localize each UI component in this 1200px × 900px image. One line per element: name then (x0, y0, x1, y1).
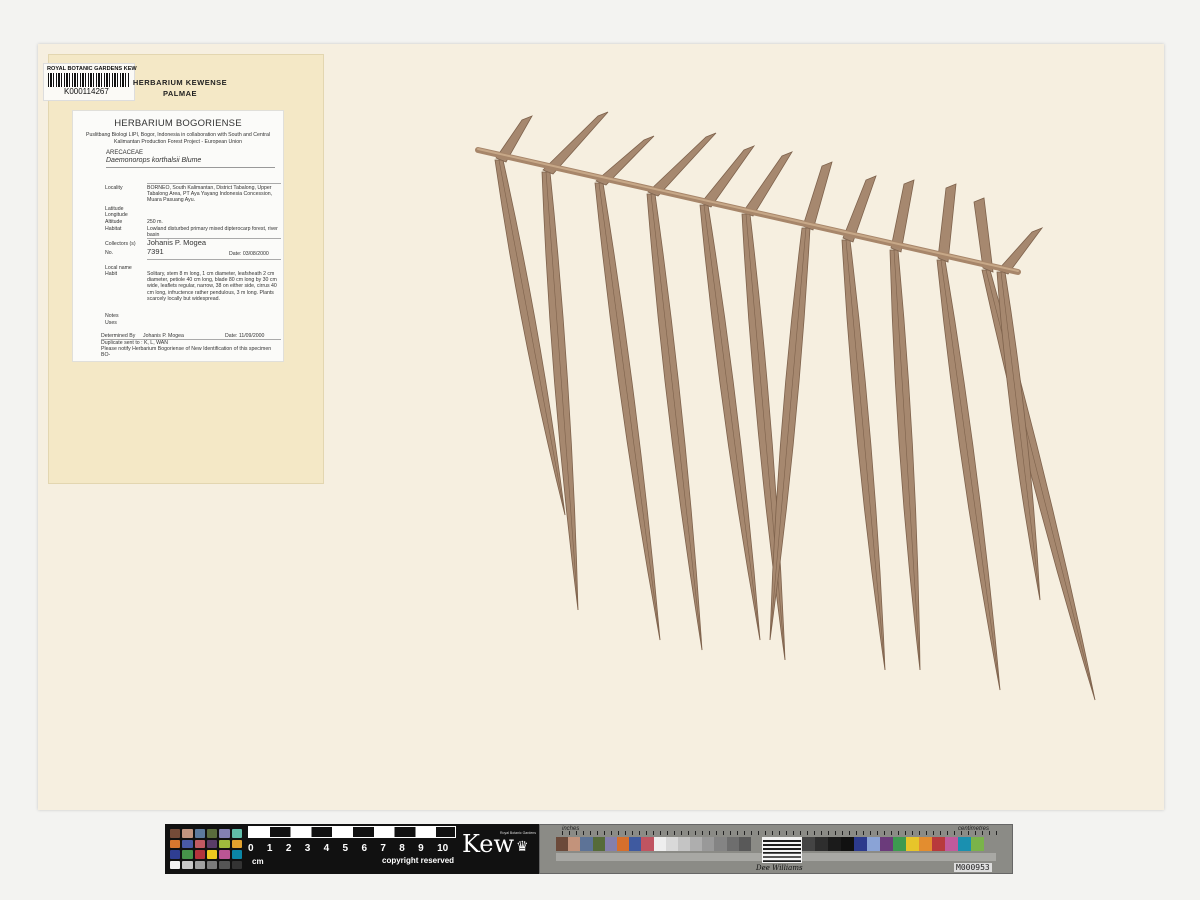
scale-card-code: M000953 (954, 863, 992, 872)
copyright-text: copyright reserved (382, 856, 455, 865)
ruler-number: 4 (323, 843, 330, 854)
leaflet (841, 239, 886, 671)
leaflet-vein (940, 259, 1001, 691)
ruler-number: 5 (342, 843, 349, 854)
color-checker-card (168, 827, 244, 871)
leaflet-vein (769, 227, 807, 641)
leaflet (769, 227, 811, 641)
kew-logo-subtext: Royal Botanic Gardens (500, 831, 536, 835)
leaflets-group (494, 111, 1096, 701)
ruler-number: 7 (380, 843, 386, 854)
leaflet (936, 259, 1001, 691)
ruler-number: 2 (285, 843, 292, 854)
leaflet-tip-upper (802, 161, 833, 231)
leaflet-vein (650, 193, 703, 651)
leaflet (594, 182, 661, 641)
ruler-ticks (248, 826, 456, 838)
ruler-number: 0 (248, 843, 254, 854)
scale-ticks (562, 831, 1002, 835)
leaflet-tip-upper (700, 145, 756, 208)
leaflet-tip-upper (937, 183, 957, 263)
ruler-number: 9 (418, 843, 424, 854)
color-patches-right (802, 837, 984, 851)
scale-signature: Dee Williams (756, 864, 803, 872)
leaflet-vein (893, 249, 921, 671)
leaflet (889, 249, 921, 671)
cm-ruler: 0 1 2 3 4 5 6 7 8 9 10 cm (248, 826, 456, 872)
leaflet-vein (545, 171, 579, 611)
leaflet (981, 269, 1096, 701)
leaflet (646, 193, 703, 651)
ruler-unit: cm (252, 857, 264, 866)
scale-strip (556, 853, 996, 861)
ruler-number: 8 (399, 843, 405, 854)
crest-icon: ♛ (516, 838, 529, 854)
color-patches (556, 837, 751, 851)
leaflet (741, 213, 786, 661)
ruler-number: 10 (437, 843, 449, 854)
ruler-number: 6 (361, 843, 367, 854)
ruler-number: 3 (304, 843, 311, 854)
leaflet-tip-upper (647, 132, 717, 197)
leaflet-tip-upper (742, 151, 793, 217)
ruler-numbers: 0 1 2 3 4 5 6 7 8 9 10 (248, 843, 456, 854)
leaflet-vein (845, 239, 886, 671)
palm-leaf-specimen (475, 111, 1096, 701)
ruler-number: 1 (266, 843, 273, 854)
leaflet-vein (598, 182, 661, 641)
